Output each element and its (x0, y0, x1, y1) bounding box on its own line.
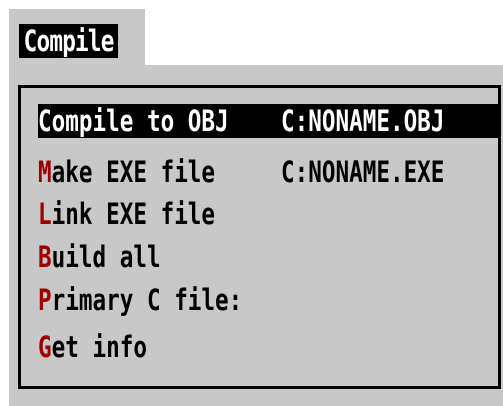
screen-left-edge (0, 8, 9, 406)
menu-item-label: rimary C file: (51, 283, 243, 317)
menu-title-compile[interactable]: Compile (19, 24, 119, 58)
menu-item-value-obj: C:NONAME.OBJ (281, 104, 445, 138)
menu-item-value-exe: C:NONAME.EXE (281, 155, 445, 189)
menu-item-link-exe[interactable]: Link EXE file (38, 197, 265, 231)
hotkey-letter: P (38, 283, 52, 317)
menu-item-primary-c-file[interactable]: Primary C file: (38, 283, 300, 317)
menu-item-label: ink EXE file (51, 197, 216, 231)
hotkey-letter: L (38, 197, 52, 231)
menu-item-label: et info (51, 330, 147, 364)
menu-bar-strip (0, 0, 145, 8)
menu-item-label: ake EXE file (51, 155, 216, 189)
hotkey-letter: M (38, 155, 52, 189)
menu-title-label: Compile (23, 24, 115, 58)
menu-item-get-info[interactable]: Get info (38, 330, 178, 364)
menu-item-make-exe[interactable]: Make EXE file (38, 155, 265, 189)
menu-item-label: ompile to OBJ (51, 104, 229, 138)
menu-item-build-all[interactable]: Build all (38, 240, 195, 274)
hotkey-letter: C (38, 104, 52, 138)
hotkey-letter: G (38, 330, 52, 364)
menu-item-label: uild all (51, 240, 161, 274)
hotkey-letter: B (38, 240, 52, 274)
